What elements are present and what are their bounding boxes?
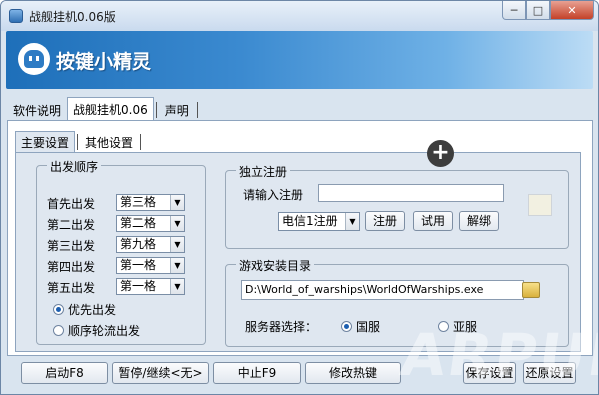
- departure-select-1[interactable]: 第三格 ▼: [116, 194, 185, 211]
- status-indicator: [528, 194, 552, 216]
- start-button[interactable]: 启动F8: [21, 362, 108, 384]
- chevron-down-icon: ▼: [170, 237, 184, 252]
- chevron-down-icon: ▼: [170, 258, 184, 273]
- radio-selected-icon: [53, 304, 64, 315]
- tab-statement[interactable]: 声明: [159, 99, 195, 121]
- install-path-input[interactable]: D:\World_of_warships\WorldOfWarships.exe: [241, 280, 524, 300]
- maximize-button[interactable]: □: [526, 1, 550, 20]
- minimize-button[interactable]: ─: [502, 1, 526, 20]
- app-icon: [9, 9, 23, 23]
- main-tabs: 软件说明 战舰挂机0.06 声明: [7, 97, 200, 121]
- brand-name: 按键小精灵: [56, 51, 152, 73]
- stop-button[interactable]: 中止F9: [213, 362, 301, 384]
- tab-software-info[interactable]: 软件说明: [7, 99, 67, 121]
- register-input-label: 请输入注册: [243, 188, 304, 202]
- pause-resume-button[interactable]: 暂停/继续<无>: [112, 362, 209, 384]
- app-window: 战舰挂机0.06版 ─ □ ✕ 按键小精灵 软件说明 战舰挂机0.06 声明 主…: [0, 0, 599, 395]
- departure-label-2: 第二出发: [47, 218, 96, 232]
- unbind-button[interactable]: 解绑: [459, 211, 499, 231]
- chevron-down-icon: ▼: [170, 279, 184, 294]
- departure-label-1: 首先出发: [47, 197, 96, 211]
- departure-label-4: 第四出发: [47, 260, 96, 274]
- tab-main-settings[interactable]: 主要设置: [15, 131, 76, 153]
- departure-select-2[interactable]: 第二格 ▼: [116, 215, 185, 232]
- carrier-select[interactable]: 电信1注册 ▼: [278, 212, 360, 231]
- register-title: 独立注册: [236, 163, 291, 180]
- departure-order-title: 出发顺序: [47, 158, 102, 175]
- install-dir-title: 游戏安装目录: [236, 257, 315, 274]
- departure-label-3: 第三出发: [47, 239, 96, 253]
- plus-icon[interactable]: +: [427, 140, 454, 167]
- watermark: ARPUN: [396, 321, 599, 389]
- chevron-down-icon: ▼: [170, 216, 184, 231]
- tab-warship-afk[interactable]: 战舰挂机0.06: [67, 97, 154, 121]
- radio-server-cn[interactable]: 国服: [341, 318, 380, 335]
- departure-select-3[interactable]: 第九格 ▼: [116, 236, 185, 253]
- chevron-down-icon: ▼: [170, 195, 184, 210]
- server-select-label: 服务器选择：: [245, 320, 318, 334]
- radio-unselected-icon: [53, 325, 64, 336]
- departure-order-group: 出发顺序: [36, 158, 206, 345]
- brand-banner: 按键小精灵: [6, 31, 593, 89]
- settings-tabs: 主要设置 其他设置: [15, 131, 143, 153]
- register-group: 独立注册: [225, 163, 569, 249]
- brand-logo-icon: [18, 43, 50, 75]
- departure-label-5: 第五出发: [47, 281, 96, 295]
- radio-selected-icon: [341, 321, 352, 332]
- close-button[interactable]: ✕: [550, 1, 594, 20]
- title-bar[interactable]: 战舰挂机0.06版 ─ □ ✕: [1, 1, 598, 31]
- trial-button[interactable]: 试用: [413, 211, 453, 231]
- change-hotkey-button[interactable]: 修改热键: [305, 362, 401, 384]
- chevron-down-icon: ▼: [345, 213, 359, 230]
- departure-select-4[interactable]: 第一格 ▼: [116, 257, 185, 274]
- folder-browse-icon[interactable]: [522, 282, 540, 298]
- register-button[interactable]: 注册: [365, 211, 405, 231]
- radio-rotation-departure[interactable]: 顺序轮流出发: [53, 322, 140, 339]
- window-title: 战舰挂机0.06版: [29, 9, 116, 24]
- radio-priority-departure[interactable]: 优先出发: [53, 301, 116, 318]
- tab-other-settings[interactable]: 其他设置: [80, 133, 138, 153]
- register-code-input[interactable]: [318, 184, 504, 202]
- departure-select-5[interactable]: 第一格 ▼: [116, 278, 185, 295]
